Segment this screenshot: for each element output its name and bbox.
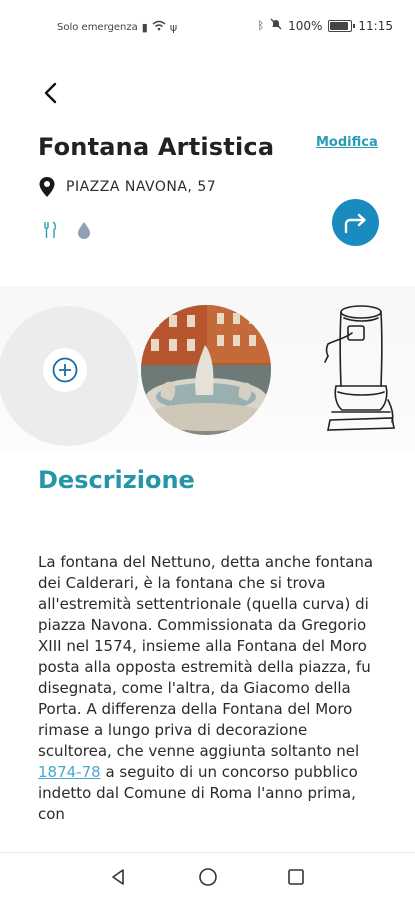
- nav-back-button[interactable]: [108, 867, 128, 891]
- nav-recents-button[interactable]: [286, 867, 306, 891]
- status-left: Solo emergenza ▮ ψ: [57, 20, 177, 34]
- add-photo-button[interactable]: [43, 348, 87, 392]
- fountain-drawing[interactable]: [318, 300, 398, 440]
- battery-percent: 100%: [288, 18, 323, 33]
- signal-icon: ▮: [141, 20, 148, 34]
- nav-home-button[interactable]: [198, 867, 218, 891]
- navigate-button[interactable]: [332, 199, 379, 246]
- edit-link[interactable]: Modifica: [316, 135, 378, 150]
- utensils-icon: [44, 221, 57, 238]
- circle-home-icon: [199, 868, 217, 886]
- wifi-icon: [152, 20, 166, 34]
- back-button[interactable]: [36, 76, 70, 110]
- description-heading: Descrizione: [38, 466, 195, 494]
- square-recents-icon: [288, 869, 304, 885]
- bluetooth-icon: ᛒ: [257, 19, 265, 32]
- chevron-left-icon: [44, 82, 57, 104]
- fountain-photo[interactable]: [141, 305, 271, 435]
- carrier-text: Solo emergenza: [57, 21, 138, 33]
- date-link[interactable]: 1874-78: [38, 763, 101, 781]
- water-drop-icon: [78, 222, 90, 239]
- battery-icon: [328, 19, 356, 32]
- address: PIAZZA NAVONA, 57: [38, 176, 216, 198]
- clock: 11:15: [358, 18, 393, 33]
- description-body: La fontana del Nettuno, detta anche font…: [38, 553, 374, 760]
- address-text: PIAZZA NAVONA, 57: [66, 179, 217, 195]
- fountain-drawing-image: [324, 305, 395, 431]
- amenity-icons: [43, 221, 91, 239]
- location-pin-icon: [39, 177, 55, 197]
- plus-circle-icon: [52, 357, 78, 383]
- directions-arrow-icon: [344, 213, 366, 233]
- fountain-photo-image: [141, 305, 271, 435]
- status-right: ᛒ 100% 11:15: [257, 18, 393, 33]
- status-bar: Solo emergenza ▮ ψ ᛒ 100% 11:15: [0, 0, 415, 54]
- description-text: La fontana del Nettuno, detta anche font…: [38, 552, 383, 848]
- page-title: Fontana Artistica: [38, 133, 275, 161]
- mute-icon: [270, 18, 282, 33]
- usb-icon: ψ: [169, 20, 178, 34]
- system-nav-bar: [0, 852, 415, 901]
- triangle-back-icon: [112, 869, 124, 885]
